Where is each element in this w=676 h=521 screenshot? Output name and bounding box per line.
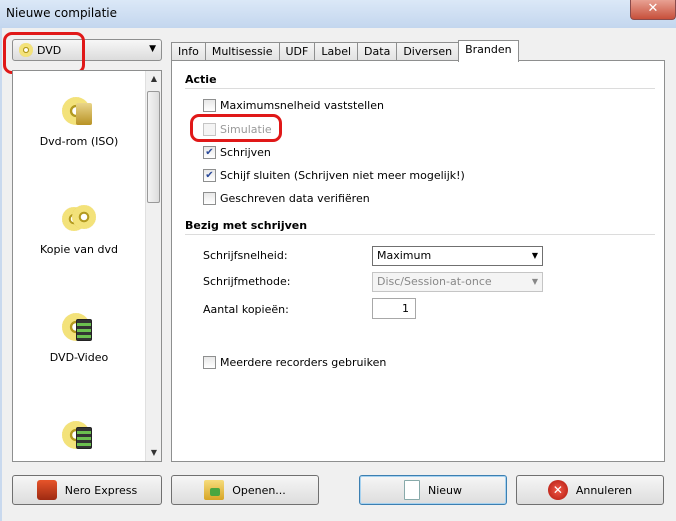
open-folder-icon	[204, 480, 225, 500]
cancel-label: Annuleren	[575, 483, 633, 497]
highlight-simulatie	[190, 114, 282, 142]
scrollbar-thumb[interactable]	[147, 91, 160, 203]
list-item-kopie-van-dvd[interactable]: Kopie van dvd	[13, 201, 145, 256]
checkbox-box[interactable]	[203, 356, 216, 369]
highlight-media-select	[3, 32, 85, 74]
tab-multisessie[interactable]: Multisessie	[204, 42, 280, 61]
checkbox-box[interactable]: ✔	[203, 169, 216, 182]
checkbox-label: Geschreven data verifiëren	[220, 192, 370, 205]
scroll-down-icon[interactable]: ▼	[146, 445, 162, 461]
list-item-label: Dvd-rom (ISO)	[39, 135, 119, 148]
checkbox-schijf-sluiten[interactable]: ✔ Schijf sluiten (Schrijven niet meer mog…	[203, 169, 465, 182]
list-item-dvd-video[interactable]: DVD-Video	[13, 309, 145, 364]
copies-input[interactable]: 1	[372, 298, 416, 319]
dvd-video-icon	[62, 417, 96, 451]
dvd-rom-iso-icon	[62, 93, 96, 127]
tab-branden[interactable]: Branden	[458, 40, 519, 62]
new-document-icon	[403, 480, 420, 500]
nero-express-label: Nero Express	[64, 483, 138, 497]
method-label: Schrijfmethode:	[203, 275, 291, 288]
new-button[interactable]: Nieuw	[359, 475, 507, 505]
list-item-dvd-rom-iso[interactable]: Dvd-rom (ISO)	[13, 93, 145, 148]
write-speed-value: Maximum	[377, 249, 432, 262]
checkbox-schrijven[interactable]: ✔ Schrijven	[203, 146, 271, 159]
write-speed-select[interactable]: Maximum ▼	[372, 246, 543, 266]
checkbox-box[interactable]: ✔	[203, 146, 216, 159]
write-method-select[interactable]: Disc/Session-at-once ▼	[372, 272, 543, 292]
dvd-video-icon	[62, 309, 96, 343]
tab-diversen[interactable]: Diversen	[396, 42, 460, 61]
tab-info[interactable]: Info	[171, 42, 206, 61]
chevron-down-icon: ▼	[531, 251, 538, 260]
close-button[interactable]: ✕	[630, 0, 676, 20]
cancel-x-icon: ✕	[547, 480, 568, 500]
divider	[185, 234, 655, 235]
tab-strip: Info Multisessie UDF Label Data Diversen…	[171, 40, 519, 62]
checkbox-label: Schrijven	[220, 146, 271, 159]
title-bar: Nieuwe compilatie ✕	[0, 0, 676, 28]
checkbox-meerdere-recorders[interactable]: Meerdere recorders gebruiken	[203, 356, 386, 369]
copy-dvd-icon	[62, 201, 96, 235]
chevron-down-icon: ▼	[149, 44, 156, 54]
compilation-type-list: Dvd-rom (ISO) Kopie van dvd DVD-Video ▲ …	[12, 70, 162, 462]
copies-label: Aantal kopieën:	[203, 303, 289, 316]
tab-label[interactable]: Label	[314, 42, 359, 61]
chevron-down-icon: ▼	[531, 277, 538, 286]
vertical-scrollbar[interactable]: ▲ ▼	[145, 71, 161, 461]
list-item-partial[interactable]	[13, 417, 145, 459]
divider	[185, 88, 655, 89]
checkbox-box[interactable]	[203, 192, 216, 205]
speed-label: Schrijfsnelheid:	[203, 249, 288, 262]
list-item-label: DVD-Video	[49, 351, 109, 364]
open-button[interactable]: Openen...	[171, 475, 319, 505]
checkbox-verifieren[interactable]: Geschreven data verifiëren	[203, 192, 370, 205]
checkbox-label: Maximumsnelheid vaststellen	[220, 99, 384, 112]
write-method-value: Disc/Session-at-once	[377, 275, 492, 288]
cancel-button[interactable]: ✕ Annuleren	[516, 475, 664, 505]
checkbox-label: Schijf sluiten (Schrijven niet meer moge…	[220, 169, 465, 182]
checkbox-maximumsnelheid[interactable]: Maximumsnelheid vaststellen	[203, 99, 384, 112]
window-title: Nieuwe compilatie	[6, 6, 117, 20]
checkbox-label: Meerdere recorders gebruiken	[220, 356, 387, 369]
list-item-label: Kopie van dvd	[40, 243, 118, 256]
section-heading-actie: Actie	[185, 73, 217, 86]
nero-logo-icon	[36, 480, 57, 500]
tab-udf[interactable]: UDF	[278, 42, 316, 61]
new-label: Nieuw	[427, 483, 463, 497]
open-label: Openen...	[232, 483, 286, 497]
checkbox-box[interactable]	[203, 99, 216, 112]
tab-data[interactable]: Data	[357, 42, 398, 61]
scroll-up-icon[interactable]: ▲	[146, 71, 162, 87]
nero-express-button[interactable]: Nero Express	[12, 475, 162, 505]
section-heading-bezig: Bezig met schrijven	[185, 219, 308, 232]
